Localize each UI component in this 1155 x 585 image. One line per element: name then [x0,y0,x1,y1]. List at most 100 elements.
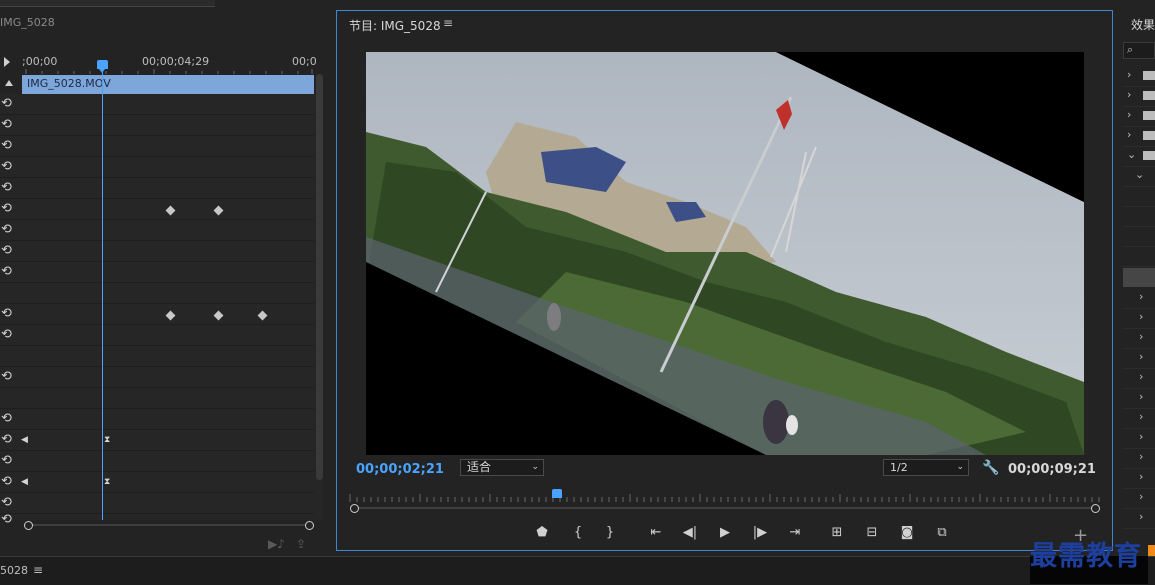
reset-icon[interactable]: ⟲ [1,222,12,237]
reset-icon[interactable]: ⟲ [1,512,12,527]
chevron-right-icon: › [1139,330,1144,343]
chevron-right-icon: › [1139,410,1144,423]
reset-icon[interactable]: ⟲ [1,117,12,132]
reset-icon[interactable]: ⟲ [1,495,12,510]
effects-folder-item[interactable]: › [1123,388,1155,409]
reset-icon[interactable]: ⟲ [1,327,12,342]
property-row: ⟲ [0,472,314,493]
mark-in-button[interactable]: { [568,523,588,543]
lift-button[interactable]: ⊞ [827,523,847,543]
playhead-handle[interactable] [97,60,108,73]
reset-icon[interactable]: ⟲ [1,96,12,111]
chevron-right-icon: › [1139,470,1144,483]
effects-list-item[interactable] [1123,186,1155,207]
effects-folder-item[interactable]: › [1123,428,1155,449]
zoom-scrollbar[interactable] [24,521,314,530]
panel-menu-icon[interactable]: ≡ [33,563,43,577]
effects-folder-item[interactable]: › [1123,468,1155,489]
reset-icon[interactable]: ⟲ [1,180,12,195]
step-back-button[interactable]: ◀| [680,523,700,543]
reset-icon[interactable]: ⟲ [1,201,12,216]
reset-icon[interactable]: ⟲ [1,264,12,279]
current-timecode[interactable]: 00;00;02;21 [356,462,444,477]
zoom-handle-right[interactable] [305,521,314,530]
comparison-view-icon[interactable]: ⧉ [932,523,952,543]
add-marker-button[interactable]: ⬟ [532,523,552,543]
folder-icon [1143,131,1155,140]
folder-icon [1143,71,1155,80]
reset-icon[interactable]: ⟲ [1,453,12,468]
effects-folder-item[interactable]: › [1123,126,1155,147]
effects-folder-item[interactable]: ⌄ [1123,146,1155,167]
effects-list-item[interactable] [1123,246,1155,267]
reset-icon[interactable]: ⟲ [1,138,12,153]
chevron-down-icon: ⌄ [1127,148,1137,161]
keyframe-hourglass-icon[interactable]: ⧗ [104,435,112,445]
effects-folder-item[interactable]: › [1123,106,1155,127]
go-to-in-button[interactable]: ⇤ [646,523,666,543]
keyframe-hourglass-icon[interactable]: ⧗ [104,477,112,487]
property-row: ⟲ [0,199,314,220]
reset-icon[interactable]: ⟲ [1,243,12,258]
fit-dropdown[interactable]: 适合 ⌄ [460,459,544,476]
reset-icon[interactable]: ⟲ [1,474,12,489]
bottom-panel [0,556,1155,585]
effects-folder-item[interactable]: › [1123,86,1155,107]
panel-menu-icon[interactable]: ≡ [443,16,453,30]
panel-tab-strip [0,0,215,7]
effects-folder-item[interactable]: › [1123,408,1155,429]
monitor-playhead[interactable] [552,489,562,498]
zoom-handle-right[interactable] [1091,504,1100,513]
effects-list-item[interactable] [1123,206,1155,227]
effects-folder-item[interactable]: › [1123,508,1155,529]
resolution-dropdown[interactable]: 1/2 ⌄ [883,459,969,476]
effects-list-item[interactable] [1123,226,1155,247]
reset-icon[interactable]: ⟲ [1,159,12,174]
effects-folder-item[interactable]: › [1123,488,1155,509]
zoom-handle-left[interactable] [350,504,359,513]
effects-subfolder-item[interactable]: ⌄ [1123,166,1155,187]
wrench-settings-icon[interactable]: 🔧 [982,460,999,476]
step-forward-button[interactable]: |▶ [750,523,770,543]
chevron-right-icon: › [1127,128,1132,141]
chevron-right-icon: › [1139,350,1144,363]
extract-button[interactable]: ⊟ [862,523,882,543]
rotated-video-image [366,52,1084,455]
reset-icon[interactable]: ⟲ [1,411,12,426]
monitor-timeline-ruler[interactable] [348,494,1102,502]
keyframe-start-icon[interactable]: ◀ [21,435,29,445]
effects-folder-item[interactable]: › [1123,368,1155,389]
play-audio-icon[interactable] [4,57,10,67]
play-button[interactable]: ▶ [715,523,735,543]
clip-name: IMG_5028.MOV [27,77,111,90]
monitor-zoom-scrollbar[interactable] [350,503,1102,513]
effects-folder-item[interactable]: › [1123,448,1155,469]
effects-search-input[interactable]: ⌕ [1123,42,1155,59]
effect-controls-ruler[interactable] [22,68,314,74]
monitor-title[interactable]: 节目: IMG_5028 [349,17,441,34]
effects-list-item-selected[interactable] [1123,268,1155,287]
reset-icon[interactable]: ⟲ [1,369,12,384]
effects-panel-title[interactable]: 效果 [1131,16,1155,33]
clip-bar[interactable]: IMG_5028.MOV [22,75,314,94]
effects-folder-item[interactable]: › [1123,328,1155,349]
collapse-up-icon[interactable] [5,80,13,86]
export-icon[interactable]: ⇪ [296,537,306,551]
vertical-scrollbar[interactable] [316,74,323,480]
effects-folder-item[interactable]: › [1123,66,1155,87]
ruler-label-end: 00;0 [292,55,317,68]
camera-export-frame-icon[interactable]: ◙ [897,523,917,543]
effects-folder-item[interactable]: › [1123,288,1155,309]
chevron-down-icon: ⌄ [531,462,539,472]
ruler-label-mid: 00;00;04;29 [142,55,210,68]
zoom-handle-left[interactable] [24,521,33,530]
effects-folder-item[interactable]: › [1123,348,1155,369]
reset-icon[interactable]: ⟲ [1,432,12,447]
reset-icon[interactable]: ⟲ [1,306,12,321]
bottom-panel-title[interactable]: 5028 [0,564,28,577]
go-to-out-button[interactable]: ⇥ [785,523,805,543]
filter-icon[interactable]: ▶♪ [268,537,285,551]
mark-out-button[interactable]: } [600,523,620,543]
effects-folder-item[interactable]: › [1123,308,1155,329]
keyframe-start-icon[interactable]: ◀ [21,477,29,487]
